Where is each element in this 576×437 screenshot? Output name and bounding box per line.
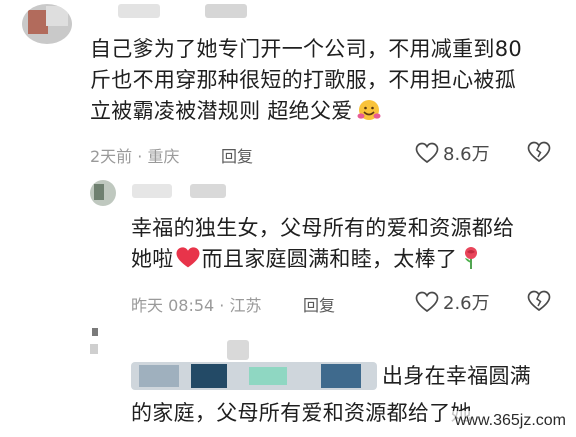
watermark: www.365jz.com (450, 411, 570, 431)
comment-text: 幸福的独生女，父母所有的爱和资源都给 她啦 而且家庭圆满和睦，太棒了 (131, 216, 515, 271)
avatar[interactable] (22, 4, 72, 44)
dislike-button[interactable] (527, 141, 551, 163)
username-redacted (227, 340, 249, 360)
reply-button[interactable]: 回复 (221, 143, 253, 167)
heart-icon (415, 291, 439, 313)
rose-emoji (461, 246, 481, 270)
red-heart-emoji (175, 246, 201, 269)
username-redacted (205, 4, 247, 18)
username-redacted[interactable] (132, 184, 172, 198)
username-redacted (190, 184, 226, 198)
like-button[interactable]: 8.6万 (415, 140, 490, 166)
like-count: 8.6万 (443, 144, 490, 165)
avatar[interactable] (88, 326, 104, 356)
comment-text: 的家庭，父母所有爱和资源都给了她 (131, 401, 472, 425)
comment-meta: 2天前 · 重庆 (90, 147, 180, 166)
broken-heart-icon (527, 290, 551, 312)
broken-heart-icon (527, 141, 551, 163)
dislike-button[interactable] (527, 290, 551, 312)
reply-button[interactable]: 回复 (303, 292, 335, 316)
hug-face-emoji (357, 98, 381, 122)
like-button[interactable]: 2.6万 (415, 289, 490, 315)
mention-redacted[interactable] (131, 362, 377, 390)
avatar[interactable] (90, 180, 116, 206)
like-count: 2.6万 (443, 293, 490, 314)
username-redacted[interactable] (118, 4, 160, 18)
heart-icon (415, 142, 439, 164)
comment-meta: 昨天 08:54 · 江苏 (131, 296, 262, 315)
comment-text: 自己爹为了她专门开一个公司，不用减重到80 斤也不用穿那种很短的打歌服，不用担心… (90, 37, 523, 123)
comment-text: 出身在幸福圆满 (382, 364, 532, 388)
